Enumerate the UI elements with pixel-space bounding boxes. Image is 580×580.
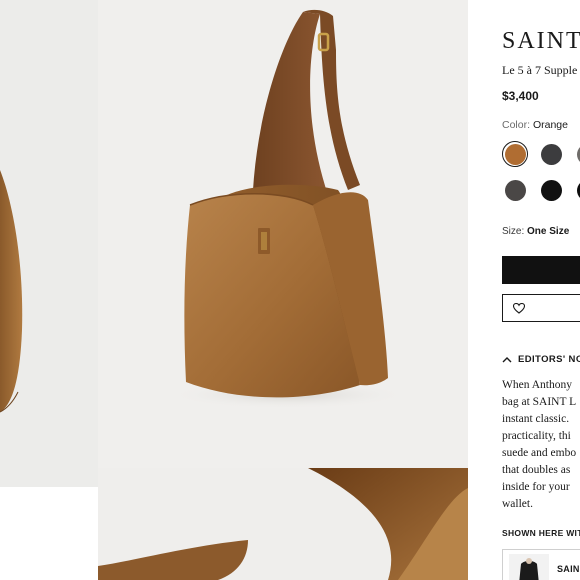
brand-name[interactable]: SAINT (502, 28, 580, 55)
color-value: Orange (532, 119, 568, 131)
editors-notes-toggle[interactable]: EDITORS' NOT (502, 354, 580, 365)
editors-notes-heading: EDITORS' NOT (518, 354, 580, 365)
color-swatch-charcoal[interactable] (502, 177, 528, 203)
size-value: One Size (527, 226, 570, 237)
gallery-image-previous[interactable] (0, 0, 98, 487)
editors-notes-line: suede and embo (502, 447, 577, 459)
size-selection-label: Size: One Size (502, 226, 569, 237)
related-product-card[interactable]: SAIN (502, 549, 580, 580)
color-swatch-black[interactable] (538, 177, 564, 203)
add-to-bag-button[interactable] (502, 256, 580, 284)
editors-notes-line: instant classic. (502, 413, 570, 425)
product-details-panel: SAINT Le 5 à 7 Supple l $3,400 Color: Or… (468, 0, 580, 580)
shown-here-with-heading: SHOWN HERE WITH (502, 528, 580, 538)
product-name: Le 5 à 7 Supple l (502, 63, 580, 77)
color-label: Color: (502, 119, 531, 131)
product-price: $3,400 (502, 89, 539, 103)
chevron-up-icon (502, 357, 512, 363)
gallery-image-main[interactable] (98, 0, 468, 468)
color-swatches-row-1 (502, 141, 580, 167)
editors-notes-line: bag at SAINT L (502, 396, 577, 408)
jacket-image (509, 554, 549, 580)
color-swatch-orange[interactable] (502, 141, 528, 167)
related-product-brand: SAIN (557, 564, 580, 574)
editors-notes-line: that doubles as (502, 464, 571, 476)
product-gallery (0, 0, 468, 580)
bag-image (98, 0, 468, 468)
color-swatches-row-2 (502, 177, 580, 203)
heart-icon (513, 302, 525, 314)
editors-notes-line: When Anthony (502, 379, 572, 391)
color-swatch-black-2[interactable] (574, 177, 580, 203)
editors-notes-body: When Anthony bag at SAINT L instant clas… (502, 377, 580, 513)
editors-notes-line: practicality, thi (502, 430, 571, 442)
gallery-image-detail[interactable] (98, 468, 468, 580)
editors-notes-line: inside for your (502, 481, 570, 493)
size-label: Size: (502, 226, 525, 237)
color-swatch-dark-gray[interactable] (538, 141, 564, 167)
add-to-wishlist-button[interactable] (502, 294, 580, 322)
editors-notes-line: wallet. (502, 498, 533, 510)
bag-detail-image (98, 468, 468, 580)
related-product-thumbnail (509, 554, 549, 580)
color-selection-label: Color: Orange (502, 119, 568, 131)
bag-partial-image (0, 0, 98, 487)
color-swatch-gray[interactable] (574, 141, 580, 167)
